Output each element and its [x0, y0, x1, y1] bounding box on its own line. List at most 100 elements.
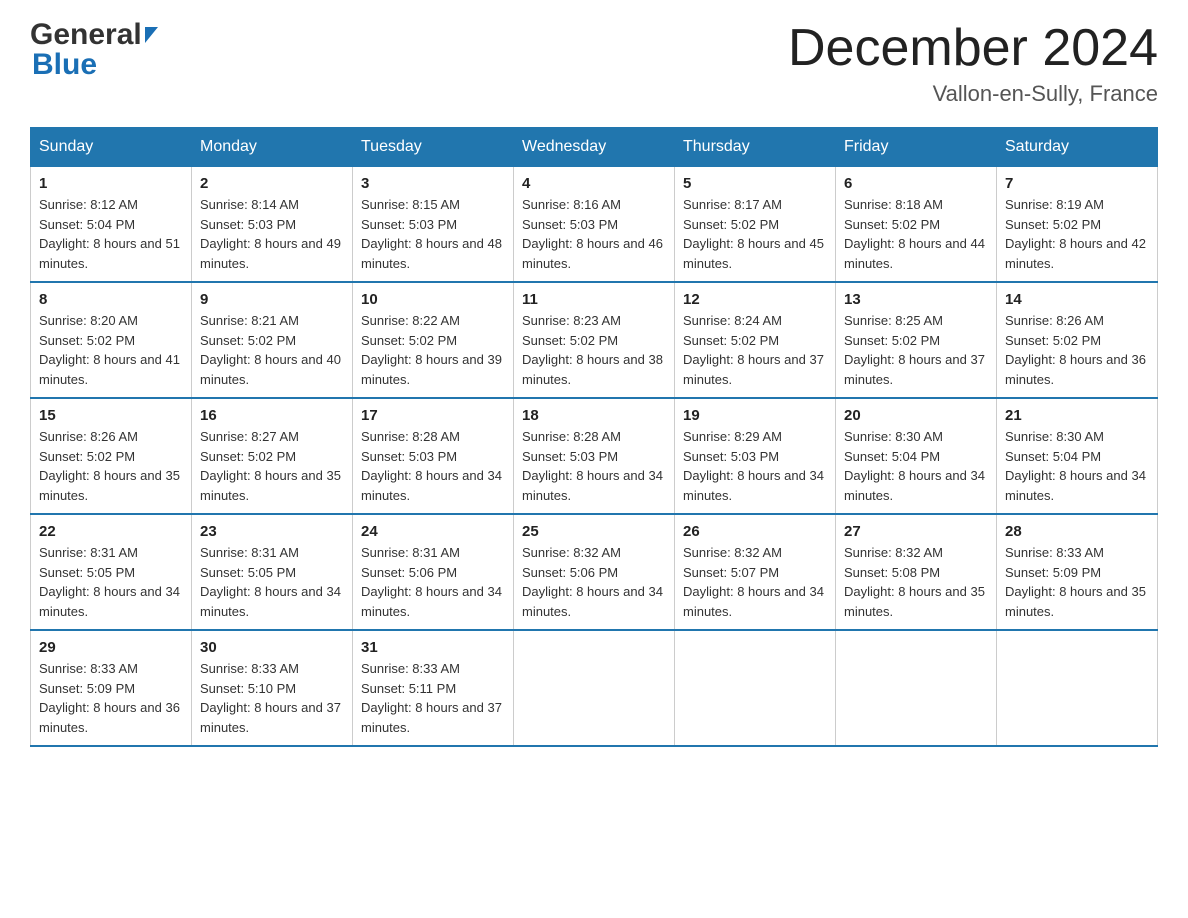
calendar-cell: 7 Sunrise: 8:19 AMSunset: 5:02 PMDaylight…: [997, 167, 1158, 283]
calendar-cell: 2Sunrise: 8:14 AMSunset: 5:03 PMDaylight…: [192, 167, 353, 283]
calendar-cell: 25 Sunrise: 8:32 AMSunset: 5:06 PMDayligh…: [514, 514, 675, 630]
calendar-cell: 26Sunrise: 8:32 AMSunset: 5:07 PMDayligh…: [675, 514, 836, 630]
day-number: 1: [39, 175, 183, 192]
header-col-sunday: Sunday: [31, 128, 192, 167]
day-number: 18: [522, 407, 666, 424]
header-row: SundayMondayTuesdayWednesdayThursdayFrid…: [31, 128, 1158, 167]
calendar-cell: 23 Sunrise: 8:31 AMSunset: 5:05 PMDayligh…: [192, 514, 353, 630]
day-number: 20: [844, 407, 988, 424]
calendar-cell: 10 Sunrise: 8:22 AMSunset: 5:02 PMDayligh…: [353, 282, 514, 398]
day-info: Sunrise: 8:18 AMSunset: 5:02 PMDaylight:…: [844, 195, 988, 273]
calendar-table: SundayMondayTuesdayWednesdayThursdayFrid…: [30, 127, 1158, 747]
calendar-cell: 17 Sunrise: 8:28 AMSunset: 5:03 PMDayligh…: [353, 398, 514, 514]
day-info: Sunrise: 8:17 AMSunset: 5:02 PMDaylight:…: [683, 195, 827, 273]
week-row-4: 22Sunrise: 8:31 AMSunset: 5:05 PMDayligh…: [31, 514, 1158, 630]
page-header: General Blue December 2024 Vallon-en-Sul…: [30, 20, 1158, 107]
day-number: 30: [200, 639, 344, 656]
day-info: Sunrise: 8:32 AMSunset: 5:07 PMDaylight:…: [683, 543, 827, 621]
week-row-5: 29 Sunrise: 8:33 AMSunset: 5:09 PMDayligh…: [31, 630, 1158, 746]
day-info: Sunrise: 8:23 AMSunset: 5:02 PMDaylight:…: [522, 311, 666, 389]
calendar-cell: 5 Sunrise: 8:17 AMSunset: 5:02 PMDaylight…: [675, 167, 836, 283]
day-number: 14: [1005, 291, 1149, 308]
day-info: Sunrise: 8:21 AMSunset: 5:02 PMDaylight:…: [200, 311, 344, 389]
calendar-cell: 30 Sunrise: 8:33 AMSunset: 5:10 PMDayligh…: [192, 630, 353, 746]
day-info: Sunrise: 8:12 AMSunset: 5:04 PMDaylight:…: [39, 195, 183, 273]
calendar-cell: 1 Sunrise: 8:12 AMSunset: 5:04 PMDaylight…: [31, 167, 192, 283]
day-number: 2: [200, 175, 344, 192]
calendar-cell: [836, 630, 997, 746]
day-info: Sunrise: 8:28 AMSunset: 5:03 PMDaylight:…: [361, 427, 505, 505]
day-info: Sunrise: 8:15 AMSunset: 5:03 PMDaylight:…: [361, 195, 505, 273]
day-number: 17: [361, 407, 505, 424]
calendar-cell: [997, 630, 1158, 746]
day-number: 16: [200, 407, 344, 424]
day-number: 21: [1005, 407, 1149, 424]
day-info: Sunrise: 8:26 AMSunset: 5:02 PMDaylight:…: [1005, 311, 1149, 389]
calendar-cell: 12 Sunrise: 8:24 AMSunset: 5:02 PMDayligh…: [675, 282, 836, 398]
calendar-cell: 8 Sunrise: 8:20 AMSunset: 5:02 PMDaylight…: [31, 282, 192, 398]
day-number: 24: [361, 523, 505, 540]
day-info: Sunrise: 8:28 AMSunset: 5:03 PMDaylight:…: [522, 427, 666, 505]
logo-triangle-icon: [145, 27, 158, 43]
calendar-header: SundayMondayTuesdayWednesdayThursdayFrid…: [31, 128, 1158, 167]
day-info: Sunrise: 8:30 AMSunset: 5:04 PMDaylight:…: [844, 427, 988, 505]
logo-blue-text: Blue: [30, 48, 97, 81]
calendar-cell: 18 Sunrise: 8:28 AMSunset: 5:03 PMDayligh…: [514, 398, 675, 514]
calendar-cell: 4 Sunrise: 8:16 AMSunset: 5:03 PMDaylight…: [514, 167, 675, 283]
calendar-cell: [514, 630, 675, 746]
header-right: December 2024 Vallon-en-Sully, France: [788, 20, 1158, 107]
day-info: Sunrise: 8:31 AMSunset: 5:05 PMDaylight:…: [200, 543, 344, 621]
day-number: 11: [522, 291, 666, 308]
day-number: 4: [522, 175, 666, 192]
week-row-2: 8 Sunrise: 8:20 AMSunset: 5:02 PMDaylight…: [31, 282, 1158, 398]
week-row-3: 15Sunrise: 8:26 AMSunset: 5:02 PMDayligh…: [31, 398, 1158, 514]
day-info: Sunrise: 8:32 AMSunset: 5:08 PMDaylight:…: [844, 543, 988, 621]
header-col-wednesday: Wednesday: [514, 128, 675, 167]
day-info: Sunrise: 8:30 AMSunset: 5:04 PMDaylight:…: [1005, 427, 1149, 505]
calendar-cell: 15Sunrise: 8:26 AMSunset: 5:02 PMDayligh…: [31, 398, 192, 514]
month-title: December 2024: [788, 20, 1158, 77]
day-info: Sunrise: 8:27 AMSunset: 5:02 PMDaylight:…: [200, 427, 344, 505]
day-info: Sunrise: 8:33 AMSunset: 5:09 PMDaylight:…: [39, 659, 183, 737]
calendar-cell: [675, 630, 836, 746]
day-number: 29: [39, 639, 183, 656]
calendar-cell: 22Sunrise: 8:31 AMSunset: 5:05 PMDayligh…: [31, 514, 192, 630]
day-number: 28: [1005, 523, 1149, 540]
day-info: Sunrise: 8:33 AMSunset: 5:11 PMDaylight:…: [361, 659, 505, 737]
header-col-thursday: Thursday: [675, 128, 836, 167]
calendar-cell: 28Sunrise: 8:33 AMSunset: 5:09 PMDayligh…: [997, 514, 1158, 630]
logo-general-text: General: [30, 20, 142, 50]
day-info: Sunrise: 8:33 AMSunset: 5:10 PMDaylight:…: [200, 659, 344, 737]
header-col-friday: Friday: [836, 128, 997, 167]
day-number: 25: [522, 523, 666, 540]
day-number: 15: [39, 407, 183, 424]
day-info: Sunrise: 8:22 AMSunset: 5:02 PMDaylight:…: [361, 311, 505, 389]
day-info: Sunrise: 8:31 AMSunset: 5:05 PMDaylight:…: [39, 543, 183, 621]
day-info: Sunrise: 8:32 AMSunset: 5:06 PMDaylight:…: [522, 543, 666, 621]
day-info: Sunrise: 8:19 AMSunset: 5:02 PMDaylight:…: [1005, 195, 1149, 273]
day-info: Sunrise: 8:20 AMSunset: 5:02 PMDaylight:…: [39, 311, 183, 389]
calendar-cell: 9 Sunrise: 8:21 AMSunset: 5:02 PMDaylight…: [192, 282, 353, 398]
day-info: Sunrise: 8:31 AMSunset: 5:06 PMDaylight:…: [361, 543, 505, 621]
day-info: Sunrise: 8:24 AMSunset: 5:02 PMDaylight:…: [683, 311, 827, 389]
day-number: 8: [39, 291, 183, 308]
header-col-tuesday: Tuesday: [353, 128, 514, 167]
calendar-cell: 31Sunrise: 8:33 AMSunset: 5:11 PMDayligh…: [353, 630, 514, 746]
calendar-cell: 14 Sunrise: 8:26 AMSunset: 5:02 PMDayligh…: [997, 282, 1158, 398]
header-col-monday: Monday: [192, 128, 353, 167]
day-info: Sunrise: 8:29 AMSunset: 5:03 PMDaylight:…: [683, 427, 827, 505]
day-number: 19: [683, 407, 827, 424]
calendar-cell: 27Sunrise: 8:32 AMSunset: 5:08 PMDayligh…: [836, 514, 997, 630]
day-number: 7: [1005, 175, 1149, 192]
calendar-cell: 11 Sunrise: 8:23 AMSunset: 5:02 PMDayligh…: [514, 282, 675, 398]
day-number: 5: [683, 175, 827, 192]
calendar-cell: 24 Sunrise: 8:31 AMSunset: 5:06 PMDayligh…: [353, 514, 514, 630]
day-number: 12: [683, 291, 827, 308]
day-info: Sunrise: 8:16 AMSunset: 5:03 PMDaylight:…: [522, 195, 666, 273]
day-number: 23: [200, 523, 344, 540]
day-number: 10: [361, 291, 505, 308]
calendar-cell: 29 Sunrise: 8:33 AMSunset: 5:09 PMDayligh…: [31, 630, 192, 746]
day-number: 9: [200, 291, 344, 308]
day-info: Sunrise: 8:25 AMSunset: 5:02 PMDaylight:…: [844, 311, 988, 389]
day-number: 13: [844, 291, 988, 308]
